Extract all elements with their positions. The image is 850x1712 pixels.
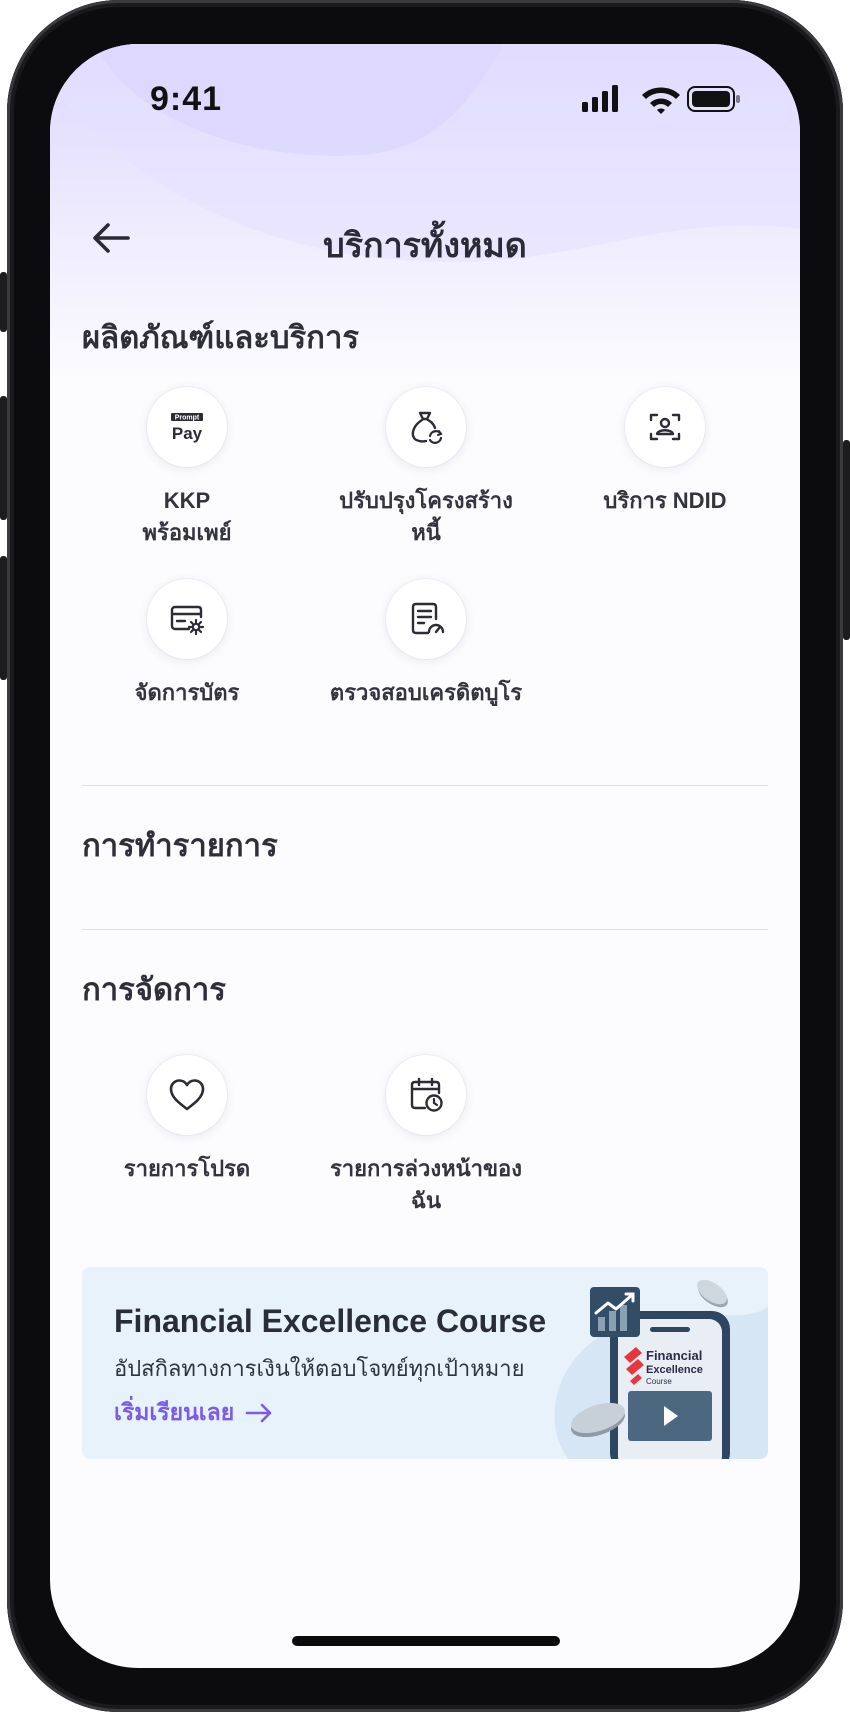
tile-label: รายการโปรด [123, 1156, 251, 1181]
promptpay-mark-bottom: Pay [172, 424, 203, 443]
course-illustration: Financial Excellence Course [554, 1279, 768, 1459]
service-tile-card-management[interactable]: จัดการบัตร [67, 579, 307, 709]
power-button [843, 440, 850, 640]
banner-cta-label: เริ่มเรียนเลย [114, 1399, 235, 1425]
tile-label: จัดการบัตร [134, 680, 240, 705]
status-time: 9:41 [150, 80, 223, 118]
tile-icon-circle [147, 1055, 227, 1135]
service-tile-debt-restructure[interactable]: ปรับปรุงโครงสร้าง หนี้ [306, 387, 546, 549]
status-icons [582, 85, 740, 114]
banner-subtitle: อัปสกิลทางการเงินให้ตอบโจทย์ทุกเป้าหมาย [114, 1356, 525, 1381]
tile-icon-circle [386, 1055, 466, 1135]
section-title-products: ผลิตภัณฑ์และบริการ [82, 320, 360, 355]
art-text-line3: Course [646, 1377, 672, 1386]
document-check-icon [411, 602, 445, 635]
promptpay-mark-top: Prompt [175, 415, 200, 422]
service-tile-promptpay[interactable]: Prompt Pay KKP พร้อมเพย์ [67, 387, 307, 549]
promo-banner-financial-course[interactable]: Financial Excellence Course อัปสกิลทางกา… [82, 1267, 768, 1459]
section-title-management: การจัดการ [82, 972, 226, 1007]
card-settings-icon [170, 605, 205, 636]
tile-label: ตรวจสอบเครดิตบูโร [329, 680, 523, 705]
wifi-icon [642, 87, 680, 114]
volume-up-button [0, 396, 7, 520]
service-tile-credit-bureau[interactable]: ตรวจสอบเครดิตบูโร [306, 579, 546, 709]
banner-cta-link[interactable]: เริ่มเรียนเลย [114, 1395, 274, 1431]
tile-label: ปรับปรุงโครงสร้าง หนี้ [339, 488, 513, 545]
app-screen: 9:41 บริการทั้งหมด ผลิตภัณฑ์และบริการ Pr… [50, 44, 800, 1668]
top-nav: บริการทั้งหมด [50, 194, 800, 284]
section-divider [82, 929, 768, 930]
chart-badge-illustration [590, 1287, 640, 1337]
section-divider [82, 785, 768, 786]
service-tile-favorites[interactable]: รายการโปรด [67, 1055, 307, 1185]
id-scan-icon [649, 413, 681, 441]
money-bag-refresh-icon [411, 411, 443, 444]
tile-label: บริการ NDID [603, 488, 727, 513]
tile-icon-circle [625, 387, 705, 467]
home-indicator[interactable] [292, 1636, 560, 1646]
art-text-line1: Financial [646, 1348, 702, 1363]
tile-label: KKP พร้อมเพย์ [142, 488, 232, 545]
battery-icon [687, 86, 740, 112]
tile-icon-circle [386, 387, 466, 467]
banner-title: Financial Excellence Course [114, 1303, 547, 1339]
calendar-clock-icon [410, 1077, 443, 1112]
section-title-transactions[interactable]: การทำรายการ [82, 820, 278, 870]
volume-down-button [0, 556, 7, 680]
tile-icon-circle: Prompt Pay [147, 387, 227, 467]
tile-icon-circle [147, 579, 227, 659]
arrow-right-icon [245, 1403, 272, 1423]
tile-icon-circle [386, 579, 466, 659]
art-text-line2: Excellence [646, 1364, 703, 1376]
page-title: บริการทั้งหมด [323, 227, 527, 265]
service-tile-ndid[interactable]: บริการ NDID [545, 387, 785, 517]
signal-icon [582, 85, 618, 112]
tile-label: รายการล่วงหน้าของ ฉัน [329, 1156, 523, 1213]
mute-switch [0, 272, 7, 332]
status-bar: 9:41 [50, 44, 800, 154]
promptpay-icon: Prompt Pay [171, 413, 203, 443]
service-tile-scheduled[interactable]: รายการล่วงหน้าของ ฉัน [306, 1055, 546, 1217]
heart-icon [169, 1079, 205, 1111]
